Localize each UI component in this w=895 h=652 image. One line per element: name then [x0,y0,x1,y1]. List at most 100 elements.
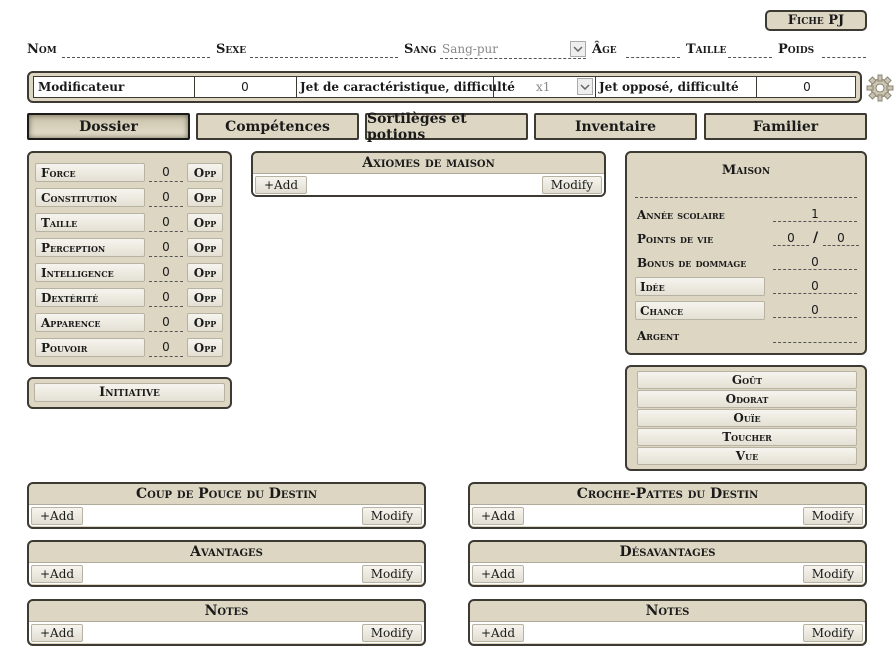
annee-value[interactable]: 1 [773,207,857,222]
modify-button[interactable]: Modify [541,176,602,194]
initiative-button[interactable]: Initiative [34,383,225,402]
sense-gout-button[interactable]: Goût [637,371,857,389]
idee-button[interactable]: Idée [635,277,765,296]
characteristic-button[interactable]: Constitution [35,188,145,207]
section-bar: +Add Modify [29,562,424,584]
gear-icon[interactable] [866,74,894,102]
chance-value: 0 [773,303,857,318]
opp-button[interactable]: Opp [187,213,223,232]
modify-button[interactable]: Modify [802,624,863,642]
sang-label: Sang [404,42,437,57]
characteristic-value[interactable]: 0 [149,163,183,182]
jet-oppose-value[interactable]: 0 [757,80,857,94]
modify-button[interactable]: Modify [802,565,863,583]
pv-row: Points de vie 0 / 0 [635,229,859,251]
pv-separator: / [813,230,819,246]
section-title: Croche-Pattes du Destin [576,486,759,502]
sense-ouie-button[interactable]: Ouïe [637,409,857,427]
section-title: Avantages [190,544,263,560]
tab-dossier[interactable]: Dossier [27,113,190,140]
add-button[interactable]: +Add [472,624,525,642]
bonus-row: Bonus de dommage 0 [635,253,857,275]
jet-multiplier-value: x1 [536,80,551,94]
tab-familier[interactable]: Familier [704,113,867,140]
characteristic-value[interactable]: 0 [149,188,183,207]
tab-sortileges[interactable]: Sortilèges et potions [365,111,528,143]
opp-button[interactable]: Opp [187,263,223,282]
idee-row: Idée 0 [635,277,857,299]
desavantages-section: Désavantages +Add Modify [468,540,867,587]
chevron-down-icon [577,78,593,95]
modify-button[interactable]: Modify [361,507,422,525]
opp-button[interactable]: Opp [187,188,223,207]
characteristic-button[interactable]: Perception [35,238,145,257]
add-button[interactable]: +Add [472,565,525,583]
poids-label: Poids [778,42,815,57]
bonus-label: Bonus de dommage [637,256,747,270]
opp-button[interactable]: Opp [187,288,223,307]
modify-button[interactable]: Modify [361,624,422,642]
characteristic-button[interactable]: Force [35,163,145,182]
jet-caracteristique-label: Jet de caractéristique, difficulté [300,80,515,94]
idee-value: 0 [773,279,857,294]
sang-select[interactable]: Sang-pur [440,41,586,59]
characteristic-value[interactable]: 0 [149,238,183,257]
sense-vue-button[interactable]: Vue [637,447,857,465]
characteristic-row: Dextérité 0 Opp [35,288,223,308]
characteristic-value[interactable]: 0 [149,313,183,332]
argent-label: Argent [637,329,680,343]
add-button[interactable]: +Add [255,176,308,194]
opp-button[interactable]: Opp [187,313,223,332]
opp-button[interactable]: Opp [187,238,223,257]
modificateur-value[interactable]: 0 [195,80,295,94]
characteristic-row: Apparence 0 Opp [35,313,223,333]
opp-button[interactable]: Opp [187,163,223,182]
age-field[interactable] [626,57,680,58]
characteristic-value[interactable]: 0 [149,338,183,357]
argent-row: Argent [635,326,857,348]
tab-inventaire[interactable]: Inventaire [534,113,697,140]
modify-button[interactable]: Modify [802,507,863,525]
sang-select-value: Sang-pur [442,42,498,56]
jet-multiplier-select[interactable]: x1 [494,77,594,97]
characteristic-value[interactable]: 0 [149,288,183,307]
nom-field[interactable] [62,57,210,58]
pv-current[interactable]: 0 [773,231,809,246]
add-button[interactable]: +Add [31,507,84,525]
sexe-field[interactable] [250,57,398,58]
fiche-pj-button[interactable]: Fiche PJ [765,10,867,31]
opp-button[interactable]: Opp [187,338,223,357]
section-title: Notes [645,603,690,619]
tab-competences[interactable]: Compétences [196,113,359,140]
taille-label: Taille [686,42,727,57]
characteristic-row: Perception 0 Opp [35,238,223,258]
taille-field[interactable] [728,57,772,58]
chance-button[interactable]: Chance [635,301,765,320]
add-button[interactable]: +Add [31,565,84,583]
characteristic-value[interactable]: 0 [149,213,183,232]
divider [296,77,297,97]
notes-right-section: Notes +Add Modify [468,599,867,646]
pv-max[interactable]: 0 [823,231,859,246]
modify-button[interactable]: Modify [361,565,422,583]
axiomes-bar: +Add Modify [253,173,604,195]
characteristic-button[interactable]: Intelligence [35,263,145,282]
annee-label: Année scolaire [637,208,725,222]
characteristic-value[interactable]: 0 [149,263,183,282]
characteristic-row: Force 0 Opp [35,163,223,183]
poids-field[interactable] [822,57,866,58]
characteristic-button[interactable]: Dextérité [35,288,145,307]
sense-toucher-button[interactable]: Toucher [637,428,857,446]
add-button[interactable]: +Add [472,507,525,525]
maison-title: Maison [721,163,771,178]
maison-field[interactable] [635,197,857,198]
characteristic-button[interactable]: Taille [35,213,145,232]
sense-odorat-button[interactable]: Odorat [637,390,857,408]
characteristic-button[interactable]: Apparence [35,313,145,332]
divider [595,77,596,97]
bonus-value[interactable]: 0 [773,255,857,270]
pv-label: Points de vie [637,232,714,246]
argent-value[interactable] [773,342,857,343]
characteristic-button[interactable]: Pouvoir [35,338,145,357]
add-button[interactable]: +Add [31,624,84,642]
